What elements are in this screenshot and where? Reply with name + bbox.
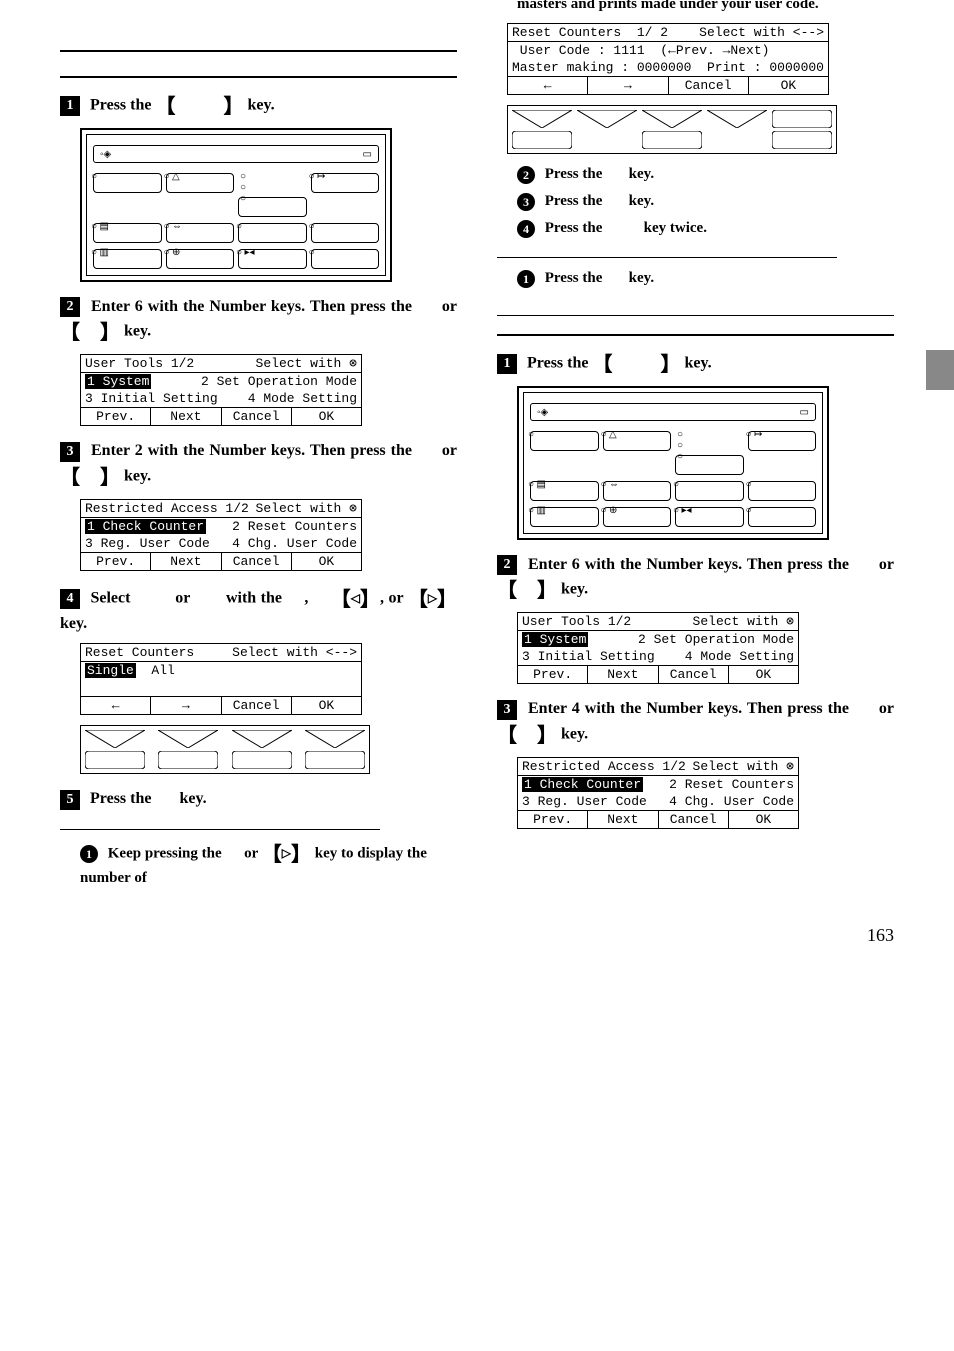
step-number-2r: 2 bbox=[497, 555, 517, 575]
step-number-2: 2 bbox=[60, 297, 80, 317]
circle-1b: 1 bbox=[517, 270, 535, 288]
lcd-user-tools-2: User Tools 1/2Select with ⊗ 1 System2 Se… bbox=[517, 612, 799, 684]
lcd-reset-counters-detail: Reset Counters 1/ 2Select with <--> User… bbox=[507, 23, 829, 95]
right-column: masters and prints made under your user … bbox=[497, 50, 894, 895]
step-2: 2 Enter 6 with the Number keys. Then pre… bbox=[60, 296, 457, 346]
lcd-btn-right[interactable]: → bbox=[588, 77, 668, 94]
lcd-btn-left[interactable]: ← bbox=[508, 77, 588, 94]
lcd-btn-cancel[interactable]: Cancel bbox=[669, 77, 749, 94]
step-number-3r: 3 bbox=[497, 700, 517, 720]
lcd-btn-next[interactable]: Next bbox=[151, 408, 221, 425]
lcd-reset-counters: Reset CountersSelect with <--> Single Al… bbox=[80, 643, 362, 715]
step-number-1: 1 bbox=[60, 96, 80, 116]
continuation-text: masters and prints made under your user … bbox=[517, 0, 894, 15]
lcd-user-tools: User Tools 1/2Select with ⊗ 1 System2 Se… bbox=[80, 354, 362, 426]
substep-4: 4 Press the key twice. bbox=[517, 218, 894, 239]
substep-1: 1 Keep pressing the or 【▷】 key to displa… bbox=[80, 840, 457, 889]
lcd-btn-left[interactable]: ← bbox=[81, 697, 151, 714]
lcd-btn-ok[interactable]: OK bbox=[292, 697, 361, 714]
lcd-btn-ok[interactable]: OK bbox=[729, 811, 798, 828]
lcd-btn-prev[interactable]: Prev. bbox=[518, 811, 588, 828]
lcd-btn-cancel[interactable]: Cancel bbox=[659, 666, 729, 683]
lcd-btn-right[interactable]: → bbox=[151, 697, 221, 714]
lcd-btn-ok[interactable]: OK bbox=[292, 408, 361, 425]
lcd-btn-next[interactable]: Next bbox=[588, 811, 658, 828]
lcd-btn-prev[interactable]: Prev. bbox=[518, 666, 588, 683]
step-1: 1 Press the 【 】 key. bbox=[60, 92, 457, 120]
lcd-btn-ok[interactable]: OK bbox=[292, 553, 361, 570]
lcd-btn-prev[interactable]: Prev. bbox=[81, 408, 151, 425]
step-3r: 3 Enter 4 with the Number keys. Then pre… bbox=[497, 698, 894, 748]
step-number-4: 4 bbox=[60, 589, 80, 609]
step-number-5: 5 bbox=[60, 790, 80, 810]
lcd-btn-cancel[interactable]: Cancel bbox=[222, 553, 292, 570]
circle-4: 4 bbox=[517, 220, 535, 238]
lcd-btn-next[interactable]: Next bbox=[588, 666, 658, 683]
lcd-btn-ok[interactable]: OK bbox=[749, 77, 828, 94]
step-2r: 2 Enter 6 with the Number keys. Then pre… bbox=[497, 554, 894, 604]
circle-3: 3 bbox=[517, 193, 535, 211]
lcd-restricted-access: Restricted Access 1/2Select with ⊗ 1 Che… bbox=[80, 499, 362, 571]
step-1r: 1 Press the 【 】 key. bbox=[497, 350, 894, 378]
lcd-btn-prev[interactable]: Prev. bbox=[81, 553, 151, 570]
lcd-btn-next[interactable]: Next bbox=[151, 553, 221, 570]
step-4: 4 Select or with the , , 【◁】, or 【▷】 key… bbox=[60, 585, 457, 635]
lcd-btn-cancel[interactable]: Cancel bbox=[222, 697, 292, 714]
circle-1: 1 bbox=[80, 845, 98, 863]
side-tab bbox=[926, 350, 954, 390]
lcd-restricted-access-2: Restricted Access 1/2Select with ⊗ 1 Che… bbox=[517, 757, 799, 829]
step-number-3: 3 bbox=[60, 442, 80, 462]
step-3: 3 Enter 2 with the Number keys. Then pre… bbox=[60, 440, 457, 490]
substep-2: 2 Press the key. bbox=[517, 164, 894, 185]
control-panel-diagram: ◦◈▭ ○ ○ △ ○○○ ○ ↦ ○ ▤ ○ ⇔ ○ ○ ○ ▥ ○ ⊕ ○ … bbox=[80, 128, 392, 282]
substep-3: 3 Press the key. bbox=[517, 191, 894, 212]
lcd-btn-ok[interactable]: OK bbox=[729, 666, 798, 683]
lcd-btn-cancel[interactable]: Cancel bbox=[222, 408, 292, 425]
soft-keys bbox=[80, 725, 370, 774]
control-panel-diagram-2: ◦◈▭ ○ ○ △ ○○○ ○ ↦ ○ ▤ ○ ⇔ ○ ○ ○ ▥ ○ ⊕ ○ … bbox=[517, 386, 829, 540]
left-column: 1 Press the 【 】 key. ◦◈▭ ○ ○ △ ○○○ ○ ↦ ○… bbox=[60, 50, 457, 895]
step-number-1r: 1 bbox=[497, 354, 517, 374]
lcd-btn-cancel[interactable]: Cancel bbox=[659, 811, 729, 828]
page-number: 163 bbox=[60, 925, 894, 946]
soft-keys bbox=[507, 105, 837, 154]
circle-2: 2 bbox=[517, 166, 535, 184]
substep-A: 1 Press the key. bbox=[517, 268, 894, 289]
step-5: 5 Press the key. bbox=[60, 788, 457, 810]
